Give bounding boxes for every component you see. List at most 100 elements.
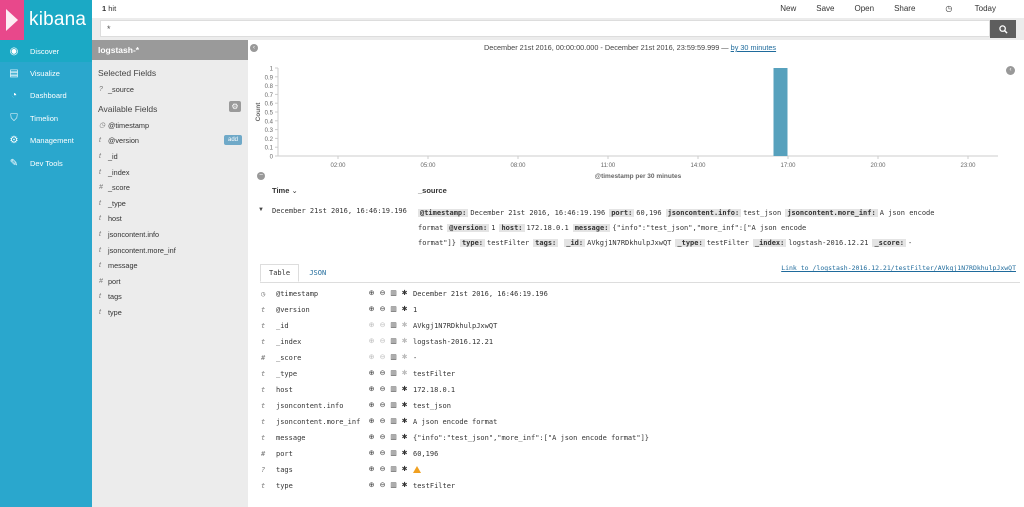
toggle-column-icon[interactable]: ▥ (390, 386, 397, 393)
filter-for-icon[interactable]: ⊕ (368, 402, 375, 409)
filter-for-icon[interactable]: ⊕ (368, 434, 375, 441)
filter-for-icon[interactable]: ⊕ (368, 450, 375, 457)
toggle-column-icon[interactable]: ▥ (390, 402, 397, 409)
field-item[interactable]: t @version add (92, 133, 248, 149)
detail-field-name: port (276, 450, 293, 458)
filter-exists-icon[interactable]: ✱ (401, 370, 408, 377)
nav-item-timelion[interactable]: ⛉ Timelion (0, 107, 92, 129)
collapse-sidebar-icon[interactable]: ‹ (250, 44, 258, 52)
tab-json[interactable]: JSON (301, 265, 334, 281)
expand-caret-icon[interactable]: ▼ (258, 207, 264, 213)
nav-item-dashboard[interactable]: ◔ Dashboard (0, 85, 92, 107)
filter-exists-icon[interactable]: ✱ (401, 402, 408, 409)
time-picker[interactable]: ◷ Today (925, 4, 1016, 13)
field-item[interactable]: t tags (92, 289, 248, 305)
toggle-column-icon[interactable]: ▥ (390, 354, 397, 361)
filter-for-icon[interactable]: ⊕ (368, 482, 375, 489)
toggle-column-icon[interactable]: ▥ (390, 434, 397, 441)
filter-exists-icon[interactable]: ✱ (401, 386, 408, 393)
filter-exists-icon[interactable]: ✱ (401, 418, 408, 425)
interval-link[interactable]: by 30 minutes (731, 43, 776, 52)
field-item[interactable]: t jsoncontent.info (92, 227, 248, 243)
filter-exists-icon[interactable]: ✱ (401, 434, 408, 441)
y-tick-label: 0.1 (265, 146, 274, 152)
toggle-column-icon[interactable]: ▥ (390, 290, 397, 297)
filter-for-icon[interactable]: ⊕ (368, 466, 375, 473)
filter-out-icon[interactable]: ⊖ (379, 322, 386, 329)
toggle-column-icon[interactable]: ▥ (390, 466, 397, 473)
field-item[interactable]: t message (92, 258, 248, 274)
filter-for-icon[interactable]: ⊕ (368, 338, 375, 345)
index-pattern-title[interactable]: logstash-* (92, 40, 248, 60)
filter-for-icon[interactable]: ⊕ (368, 370, 375, 377)
field-item[interactable]: t _type (92, 196, 248, 212)
table-row[interactable]: ▼ December 21st 2016, 16:46:19.196 @time… (248, 204, 1024, 256)
filter-exists-icon[interactable]: ✱ (401, 466, 408, 473)
filter-exists-icon[interactable]: ✱ (401, 450, 408, 457)
filter-out-icon[interactable]: ⊖ (379, 434, 386, 441)
toggle-column-icon[interactable]: ▥ (390, 322, 397, 329)
toggle-column-icon[interactable]: ▥ (390, 450, 397, 457)
filter-out-icon[interactable]: ⊖ (379, 450, 386, 457)
field-item[interactable]: t type (92, 305, 248, 321)
top-link-save[interactable]: Save (806, 4, 844, 13)
filter-out-icon[interactable]: ⊖ (379, 418, 386, 425)
field-type-icon: # (261, 354, 266, 362)
field-item[interactable]: t host (92, 211, 248, 227)
filter-exists-icon[interactable]: ✱ (401, 482, 408, 489)
toggle-chart-icon[interactable]: − (257, 172, 265, 180)
filter-out-icon[interactable]: ⊖ (379, 290, 386, 297)
filter-for-icon[interactable]: ⊕ (368, 386, 375, 393)
link-to-document[interactable]: Link to /logstash-2016.12.21/testFilter/… (781, 264, 1016, 272)
filter-out-icon[interactable]: ⊖ (379, 466, 386, 473)
top-link-share[interactable]: Share (884, 4, 925, 13)
filter-out-icon[interactable]: ⊖ (379, 338, 386, 345)
toggle-column-icon[interactable]: ▥ (390, 370, 397, 377)
filter-out-icon[interactable]: ⊖ (379, 354, 386, 361)
filter-out-icon[interactable]: ⊖ (379, 306, 386, 313)
nav-item-visualize[interactable]: ▤ Visualize (0, 62, 92, 84)
nav-item-dev-tools[interactable]: ✎ Dev Tools (0, 152, 92, 174)
filter-for-icon[interactable]: ⊕ (368, 290, 375, 297)
filter-exists-icon[interactable]: ✱ (401, 322, 408, 329)
tab-table[interactable]: Table (260, 264, 300, 282)
source-column-header: _source (418, 186, 447, 195)
kibana-logo[interactable]: kibana (0, 0, 92, 40)
toggle-column-icon[interactable]: ▥ (390, 418, 397, 425)
nav-item-management[interactable]: ⚙ Management (0, 130, 92, 152)
filter-exists-icon[interactable]: ✱ (401, 306, 408, 313)
histogram-chart: 0 0.1 0.2 0.3 0.4 0.5 0.6 0.7 0.8 0.9 1 02:00 05:00 0… (255, 67, 998, 180)
search-input[interactable] (100, 20, 990, 37)
filter-for-icon[interactable]: ⊕ (368, 418, 375, 425)
field-settings-gear-icon[interactable]: ⚙ (229, 100, 241, 112)
top-link-open[interactable]: Open (844, 4, 884, 13)
filter-out-icon[interactable]: ⊖ (379, 482, 386, 489)
top-link-new[interactable]: New (770, 4, 806, 13)
filter-out-icon[interactable]: ⊖ (379, 370, 386, 377)
filter-for-icon[interactable]: ⊕ (368, 306, 375, 313)
filter-for-icon[interactable]: ⊕ (368, 354, 375, 361)
field-item[interactable]: t _id (92, 149, 248, 165)
toggle-column-icon[interactable]: ▥ (390, 338, 397, 345)
field-item[interactable]: # port (92, 274, 248, 290)
filter-exists-icon[interactable]: ✱ (401, 338, 408, 345)
toggle-column-icon[interactable]: ▥ (390, 482, 397, 489)
table-row: t message ⊕ ⊖ ▥ ✱ {"info":"test_json","m… (248, 431, 1024, 447)
field-item[interactable]: t jsoncontent.more_inf (92, 242, 248, 258)
filter-for-icon[interactable]: ⊕ (368, 322, 375, 329)
filter-exists-icon[interactable]: ✱ (401, 290, 408, 297)
field-item[interactable]: t _index (92, 164, 248, 180)
time-column-header[interactable]: Time ⌄ (272, 186, 298, 195)
search-button[interactable] (990, 20, 1016, 38)
field-item[interactable]: ? _source (92, 82, 248, 98)
toggle-column-icon[interactable]: ▥ (390, 306, 397, 313)
filter-out-icon[interactable]: ⊖ (379, 402, 386, 409)
x-tick-label: 08:00 (510, 163, 526, 169)
add-field-button[interactable]: add (223, 135, 242, 146)
field-item[interactable]: # _score (92, 180, 248, 196)
filter-exists-icon[interactable]: ✱ (401, 354, 408, 361)
nav-item-discover[interactable]: ◉ Discover (0, 40, 92, 63)
filter-out-icon[interactable]: ⊖ (379, 386, 386, 393)
detail-field-value: A json encode format (413, 418, 498, 426)
field-item[interactable]: ◷ @timestamp (92, 118, 248, 134)
